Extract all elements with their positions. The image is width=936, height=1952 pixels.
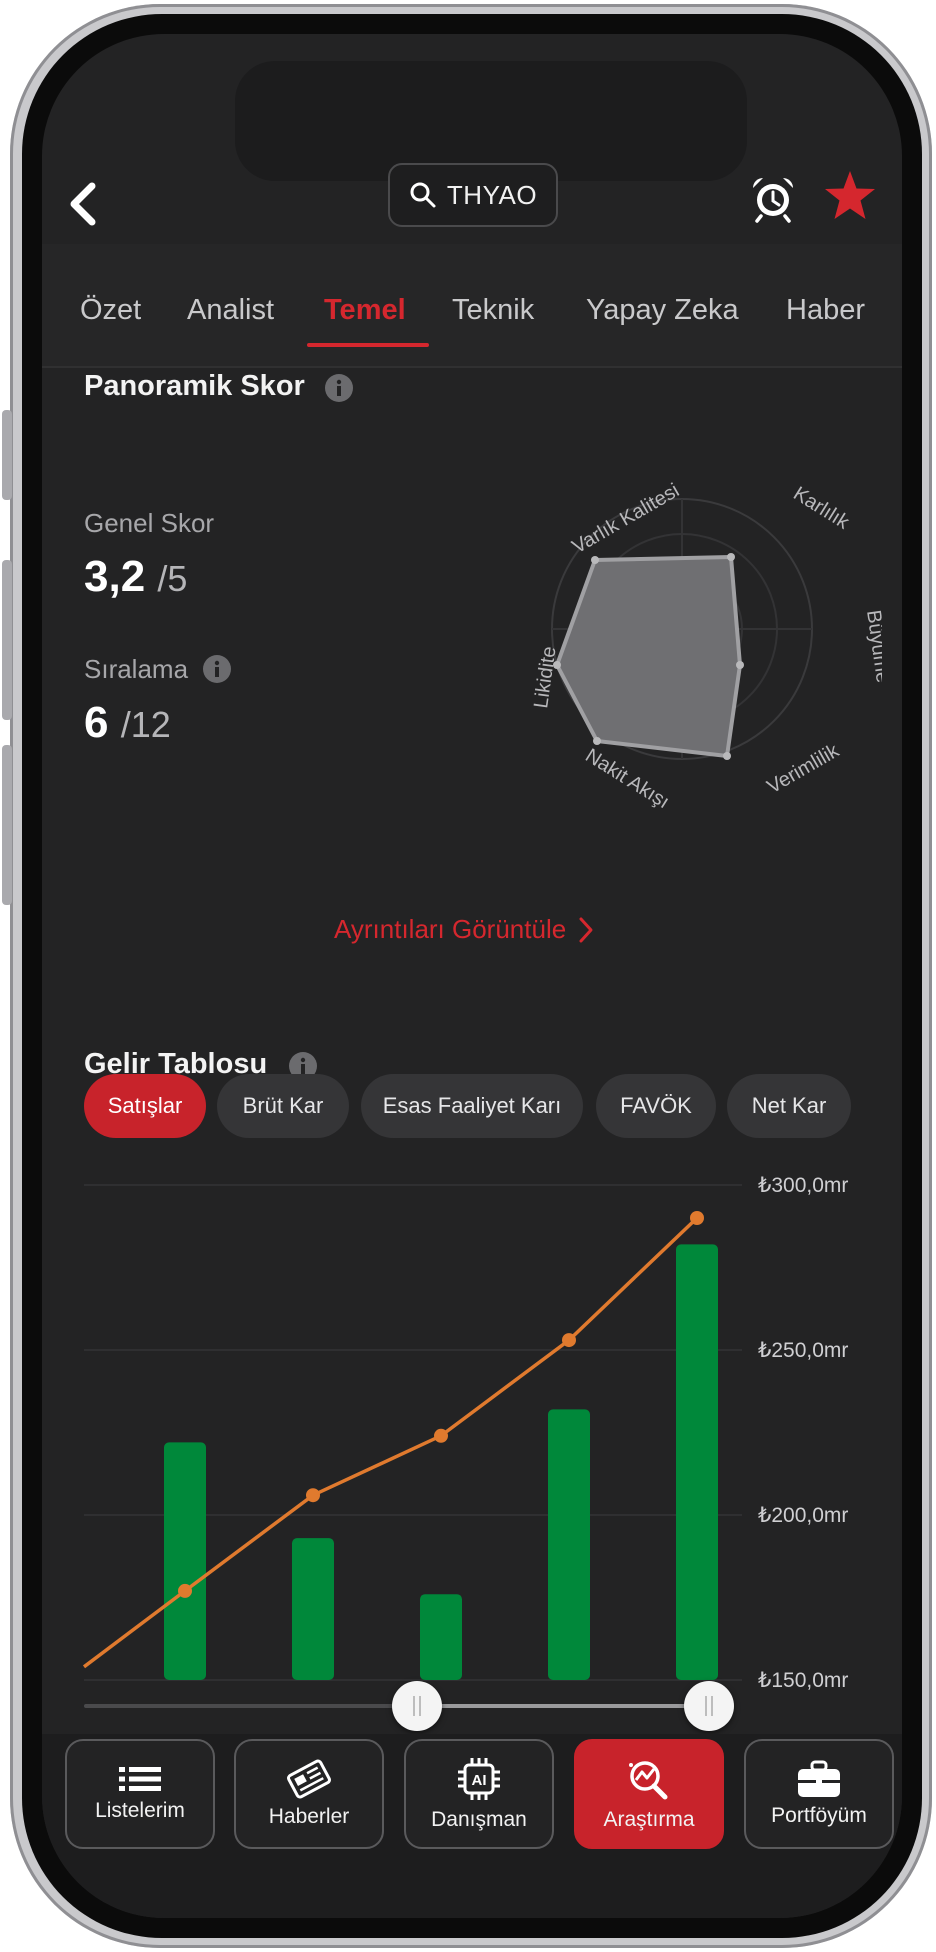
svg-text:AI: AI xyxy=(472,1772,487,1789)
y-axis-label: ₺200,0mr xyxy=(758,1504,849,1527)
y-axis-label: ₺150,0mr xyxy=(758,1669,849,1692)
grip-icon xyxy=(705,1696,713,1716)
nav-listelerim[interactable]: Listelerim xyxy=(65,1739,215,1849)
screen: THYAO Özet Analist Temel Teknik Yapay Ze… xyxy=(42,34,902,1918)
chart-bar[interactable] xyxy=(548,1409,590,1680)
nav-label: Portföyüm xyxy=(771,1804,867,1827)
nav-label: Danışman xyxy=(431,1808,527,1831)
chart-bar[interactable] xyxy=(164,1442,206,1680)
nav-danisman[interactable]: AI Danışman xyxy=(404,1739,554,1849)
list-icon xyxy=(119,1767,161,1791)
chart-line-point[interactable] xyxy=(562,1333,576,1348)
chart-line-point[interactable] xyxy=(306,1488,320,1503)
nav-label: Haberler xyxy=(268,1805,350,1828)
phone-volume-up xyxy=(2,560,12,720)
y-axis-label: ₺250,0mr xyxy=(758,1339,849,1362)
chart-line-point[interactable] xyxy=(690,1211,704,1225)
range-slider-end-handle[interactable] xyxy=(684,1681,734,1731)
nav-portfoyum[interactable]: Portföyüm xyxy=(744,1739,894,1849)
ai-chip-icon: AI xyxy=(458,1758,500,1800)
nav-haberler[interactable]: Haberler xyxy=(234,1739,384,1849)
newspaper-icon xyxy=(287,1759,331,1799)
range-slider-start-handle[interactable] xyxy=(392,1681,442,1731)
phone-volume-down xyxy=(2,745,12,905)
research-icon xyxy=(629,1761,668,1800)
grip-icon xyxy=(413,1696,421,1716)
chart-bar[interactable] xyxy=(420,1594,462,1680)
nav-arastirma[interactable]: Araştırma xyxy=(574,1739,724,1849)
income-chart xyxy=(82,1184,742,1681)
phone-side-button xyxy=(2,410,12,500)
chart-line-point[interactable] xyxy=(178,1583,192,1598)
chart-bar[interactable] xyxy=(292,1538,334,1680)
nav-label: Araştırma xyxy=(603,1808,695,1831)
chart-line-point[interactable] xyxy=(434,1428,448,1443)
briefcase-icon xyxy=(798,1760,840,1797)
chart-bar[interactable] xyxy=(676,1244,718,1680)
nav-label: Listelerim xyxy=(95,1799,185,1822)
range-slider-fill xyxy=(417,1704,709,1708)
y-axis-label: ₺300,0mr xyxy=(758,1174,849,1197)
